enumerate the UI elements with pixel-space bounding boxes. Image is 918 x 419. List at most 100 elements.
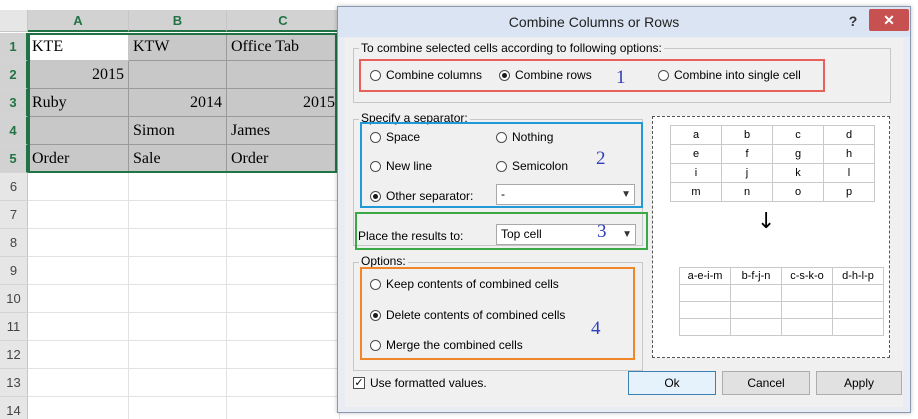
empty-cell[interactable] — [129, 313, 227, 341]
chevron-down-icon[interactable]: ▼ — [621, 185, 631, 204]
preview-cell: o — [772, 182, 824, 202]
cell[interactable]: Order — [28, 145, 129, 173]
empty-cell[interactable] — [28, 173, 129, 201]
empty-cell[interactable] — [129, 369, 227, 397]
empty-cell[interactable] — [227, 257, 340, 285]
preview-cell: k — [772, 163, 824, 183]
preview-cell: a — [670, 125, 722, 145]
empty-cell[interactable] — [227, 285, 340, 313]
radio-indicator — [658, 69, 669, 81]
cell[interactable]: 2014 — [129, 89, 227, 117]
row-header[interactable]: 9 — [0, 257, 28, 285]
chevron-down-icon[interactable]: ▼ — [622, 225, 632, 244]
cell[interactable]: James — [227, 117, 340, 145]
radio-separator-space[interactable]: Space — [370, 130, 420, 144]
radio-delete-contents[interactable]: Delete contents of combined cells — [370, 308, 565, 322]
empty-cell[interactable] — [129, 285, 227, 313]
empty-cell[interactable] — [28, 257, 129, 285]
empty-cell[interactable] — [227, 201, 340, 229]
empty-cell[interactable] — [227, 397, 340, 419]
cell[interactable]: 2015 — [28, 61, 129, 89]
preview-cell: l — [823, 163, 875, 183]
row-header[interactable]: 2 — [0, 61, 28, 89]
empty-cell[interactable] — [28, 201, 129, 229]
dialog-titlebar[interactable]: Combine Columns or Rows ? ✕ — [338, 7, 910, 37]
empty-cell[interactable] — [129, 201, 227, 229]
cell[interactable]: 2015 — [227, 89, 340, 117]
empty-cell[interactable] — [28, 285, 129, 313]
empty-cell[interactable] — [227, 341, 340, 369]
row-header[interactable]: 10 — [0, 285, 28, 313]
row-header[interactable]: 4 — [0, 117, 28, 145]
row-header[interactable]: 14 — [0, 397, 28, 419]
radio-merge-cells[interactable]: Merge the combined cells — [370, 338, 523, 352]
marker-3: 3 — [597, 221, 607, 242]
row-header[interactable]: 3 — [0, 89, 28, 117]
cell[interactable] — [227, 61, 340, 89]
preview-source-grid: abcdefghijklmnop — [670, 125, 875, 202]
cell[interactable]: Order — [227, 145, 340, 173]
empty-cell[interactable] — [129, 173, 227, 201]
ok-button[interactable]: Ok — [628, 371, 716, 395]
other-separator-input[interactable]: - ▼ — [496, 184, 635, 205]
empty-cell[interactable] — [227, 369, 340, 397]
column-header-b[interactable]: B — [129, 10, 227, 32]
preview-cell: b — [721, 125, 773, 145]
preview-cell: n — [721, 182, 773, 202]
cell[interactable]: Office Tab — [227, 33, 340, 61]
empty-cell[interactable] — [227, 229, 340, 257]
empty-cell[interactable] — [129, 257, 227, 285]
column-header-a[interactable]: A — [28, 10, 129, 32]
row-header[interactable]: 11 — [0, 313, 28, 341]
empty-cell[interactable] — [129, 397, 227, 419]
row-header[interactable]: 12 — [0, 341, 28, 369]
empty-cell[interactable] — [28, 369, 129, 397]
row-header[interactable]: 13 — [0, 369, 28, 397]
row-header[interactable]: 1 — [0, 33, 28, 61]
cancel-button[interactable]: Cancel — [722, 371, 810, 395]
cell[interactable]: Sale — [129, 145, 227, 173]
select-all-corner[interactable] — [0, 10, 28, 32]
cell[interactable] — [129, 61, 227, 89]
empty-cell[interactable] — [28, 313, 129, 341]
use-formatted-values-checkbox[interactable]: ✓ Use formatted values. — [353, 376, 487, 390]
column-header-c[interactable]: C — [227, 10, 340, 32]
radio-label: Space — [386, 130, 421, 144]
radio-label: Merge the combined cells — [386, 338, 523, 352]
radio-indicator — [496, 160, 507, 172]
place-results-select[interactable]: Top cell ▼ — [496, 224, 636, 245]
radio-combine-rows[interactable]: Combine rows — [499, 68, 592, 82]
radio-label: Keep contents of combined cells — [386, 277, 559, 291]
help-button[interactable]: ? — [842, 11, 864, 31]
empty-cell[interactable] — [28, 397, 129, 419]
radio-combine-columns[interactable]: Combine columns — [370, 68, 482, 82]
cell[interactable]: KTW — [129, 33, 227, 61]
row-header[interactable]: 6 — [0, 173, 28, 201]
radio-combine-single-cell[interactable]: Combine into single cell — [658, 68, 801, 82]
row-header[interactable]: 7 — [0, 201, 28, 229]
empty-cell[interactable] — [129, 341, 227, 369]
preview-cell: e — [670, 144, 722, 164]
empty-cell[interactable] — [227, 313, 340, 341]
radio-separator-semicolon[interactable]: Semicolon — [496, 159, 568, 173]
cell[interactable] — [28, 117, 129, 145]
empty-cell[interactable] — [28, 229, 129, 257]
cell[interactable]: Simon — [129, 117, 227, 145]
cell[interactable]: KTE — [28, 33, 129, 61]
row-header[interactable]: 5 — [0, 145, 28, 173]
radio-separator-new-line[interactable]: New line — [370, 159, 432, 173]
empty-cell[interactable] — [227, 173, 340, 201]
radio-separator-nothing[interactable]: Nothing — [496, 130, 553, 144]
arrow-down-icon: ↓ — [757, 209, 776, 234]
cell[interactable]: Ruby — [28, 89, 129, 117]
place-results-label: Place the results to: — [358, 229, 464, 243]
apply-button[interactable]: Apply — [816, 371, 902, 395]
radio-separator-other[interactable]: Other separator: — [370, 189, 473, 203]
row-header[interactable]: 8 — [0, 229, 28, 257]
options-group-label: Options: — [359, 254, 408, 268]
combine-dialog: Combine Columns or Rows ? ✕ To combine s… — [337, 6, 911, 413]
close-button[interactable]: ✕ — [869, 9, 909, 31]
empty-cell[interactable] — [28, 341, 129, 369]
empty-cell[interactable] — [129, 229, 227, 257]
radio-keep-contents[interactable]: Keep contents of combined cells — [370, 277, 559, 291]
